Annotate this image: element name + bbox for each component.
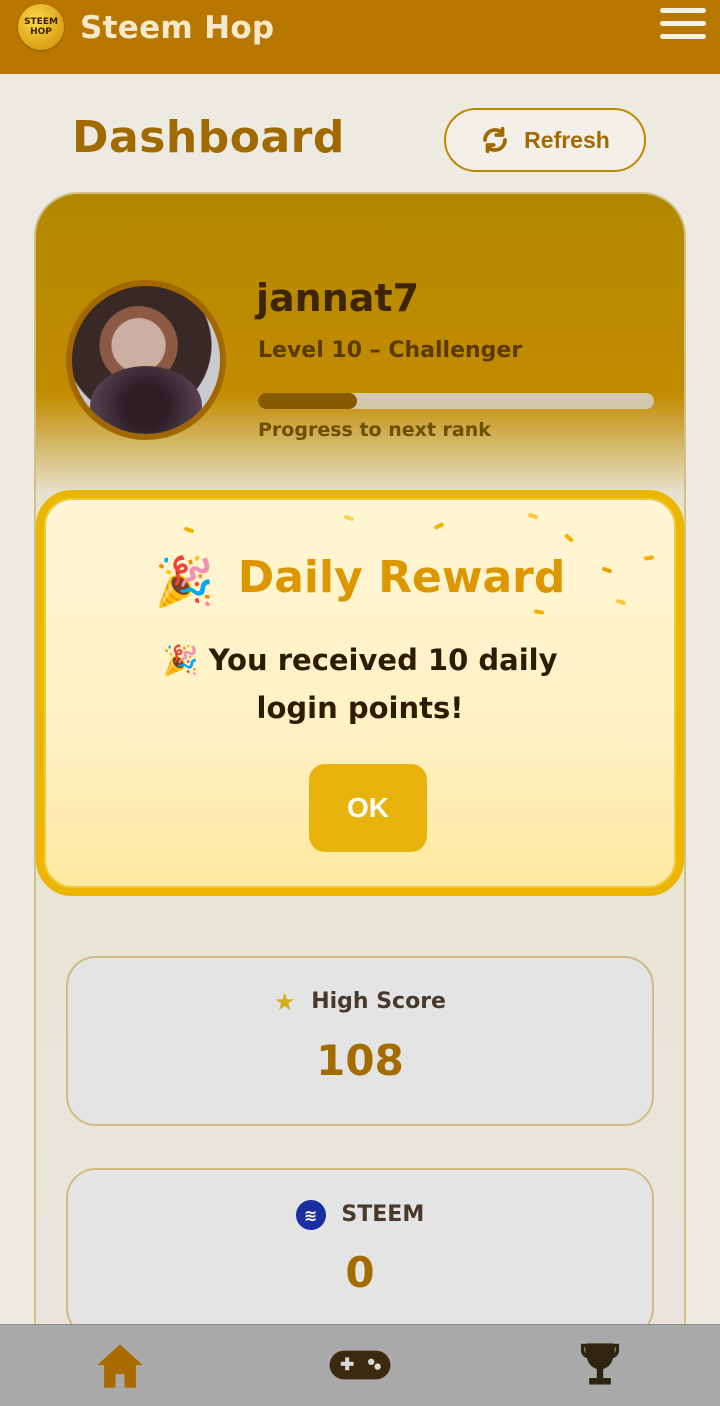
dialog-title-row: 🎉 Daily Reward (44, 552, 676, 610)
dialog-message-row: 🎉 You received 10 daily login points! (126, 636, 594, 732)
confetti (433, 522, 445, 530)
confetti (343, 514, 355, 522)
top-app-bar: STEEM HOP Steem Hop (0, 0, 720, 74)
app-logo[interactable]: STEEM HOP (18, 4, 64, 50)
confetti (183, 526, 195, 534)
bottom-navigation (0, 1324, 720, 1406)
daily-reward-dialog: 🎉 Daily Reward 🎉 You received 10 daily l… (36, 490, 684, 896)
confetti (563, 533, 575, 543)
home-icon (97, 1344, 143, 1388)
screen: STEEM HOP Steem Hop Dashboard Refresh jan… (0, 0, 720, 1406)
dialog-message: You received 10 daily login points! (208, 643, 558, 725)
app-title: Steem Hop (80, 10, 275, 46)
party-popper-icon-small: 🎉 (162, 643, 199, 677)
nav-home[interactable] (70, 1333, 170, 1397)
nav-game[interactable] (310, 1333, 410, 1397)
trophy-icon (580, 1343, 620, 1385)
gamepad-icon (329, 1350, 391, 1380)
confetti (533, 609, 545, 615)
ok-button[interactable]: OK (309, 764, 427, 852)
dialog-title: Daily Reward (237, 552, 566, 603)
hamburger-icon[interactable] (660, 8, 706, 48)
nav-trophy[interactable] (550, 1333, 650, 1397)
party-popper-icon: 🎉 (154, 554, 215, 610)
confetti (527, 512, 539, 520)
